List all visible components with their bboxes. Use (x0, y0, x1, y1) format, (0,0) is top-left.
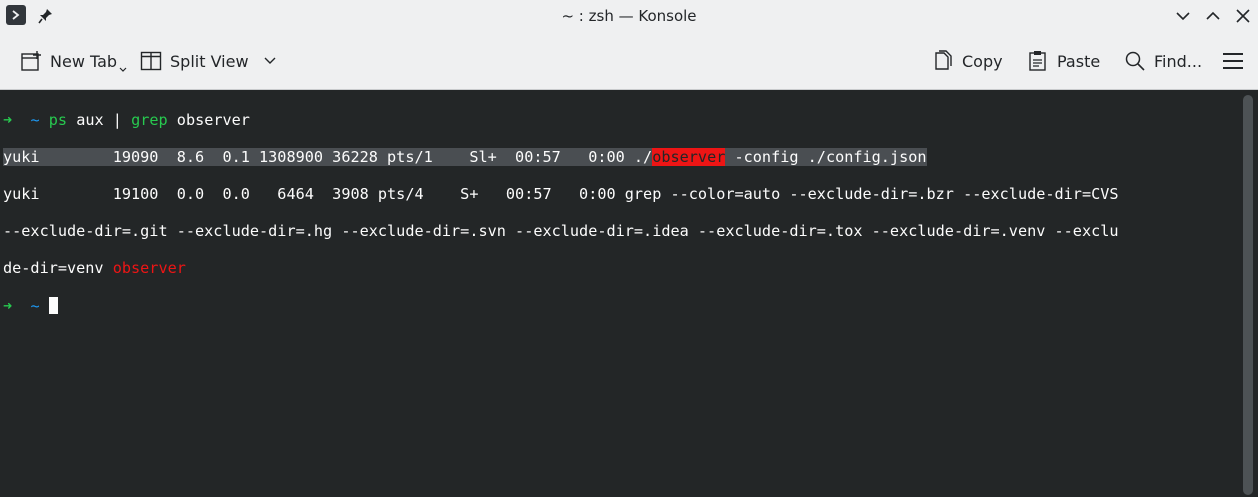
prompt-directory: ~ (30, 110, 40, 129)
command-args: aux | (67, 110, 132, 129)
new-tab-icon (21, 51, 41, 71)
selected-text: yuki 19090 8.6 0.1 1308900 36228 pts/1 S… (3, 147, 927, 166)
command-grep: grep (131, 110, 168, 129)
terminal-line: ➜ ~ (3, 296, 1240, 316)
command-ps: ps (48, 110, 68, 129)
find-label: Find... (1154, 51, 1203, 71)
split-view-button[interactable]: Split View (140, 46, 285, 76)
terminal-output[interactable]: ➜ ~ ps aux | grep observer yuki 19090 8.… (0, 91, 1240, 497)
maximize-icon[interactable] (1204, 7, 1222, 25)
chevron-down-icon[interactable] (263, 54, 277, 68)
search-icon (1125, 51, 1145, 71)
copy-icon (935, 50, 952, 70)
chevron-down-icon (119, 67, 127, 72)
text-cursor (48, 296, 58, 314)
copy-label: Copy (962, 51, 1003, 71)
command-tail: observer (167, 110, 250, 129)
terminal-line: --exclude-dir=.git --exclude-dir=.hg --e… (3, 222, 1240, 241)
paste-button[interactable]: Paste (1027, 46, 1100, 76)
find-button[interactable]: Find... (1124, 46, 1202, 76)
process-row-1-tail: -config ./config.json (725, 147, 927, 166)
scrollbar-thumb[interactable] (1243, 95, 1253, 495)
close-icon[interactable] (1234, 7, 1252, 25)
paste-label: Paste (1057, 51, 1101, 71)
process-row-2-wrap-end: de-dir=venv (3, 259, 113, 278)
prompt-directory: ~ (30, 296, 40, 315)
window-title: ~ : zsh — Konsole (561, 7, 697, 25)
minimize-icon[interactable] (1174, 7, 1192, 25)
new-tab-button[interactable]: New Tab (20, 46, 135, 76)
grep-match: observer (112, 259, 186, 278)
paste-icon (1029, 51, 1046, 71)
process-row-1: yuki 19090 8.6 0.1 1308900 36228 pts/1 S… (3, 147, 653, 166)
split-view-icon (140, 51, 162, 71)
prompt-arrow: ➜ (3, 296, 13, 315)
terminal-line: yuki 19100 0.0 0.0 6464 3908 pts/4 S+ 00… (3, 185, 1240, 204)
terminal-line: ➜ ~ ps aux | grep observer (3, 111, 1240, 130)
prompt-arrow: ➜ (3, 110, 13, 129)
new-tab-label: New Tab (50, 51, 118, 71)
process-row-2-wrap: --exclude-dir=.git --exclude-dir=.hg --e… (3, 222, 1119, 241)
terminal-line: de-dir=venv observer (3, 259, 1240, 278)
grep-match-highlight: observer (652, 147, 726, 166)
terminal-line: yuki 19090 8.6 0.1 1308900 36228 pts/1 S… (3, 147, 1240, 167)
copy-button[interactable]: Copy (932, 46, 1003, 76)
split-view-label: Split View (170, 51, 249, 71)
title-bar: ~ : zsh — Konsole (0, 0, 1258, 32)
toolbar: New Tab Split View Copy Paste Find... (0, 32, 1258, 90)
hamburger-menu-icon[interactable] (1222, 52, 1244, 70)
process-row-2: yuki 19100 0.0 0.0 6464 3908 pts/4 S+ 00… (3, 184, 1119, 203)
